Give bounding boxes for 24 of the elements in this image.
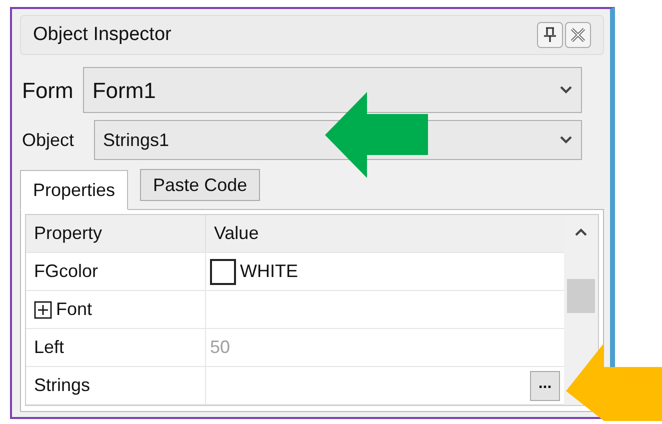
chevron-up-icon xyxy=(574,227,588,237)
property-name: Font xyxy=(56,298,92,321)
property-name: Strings xyxy=(34,374,90,397)
expand-icon[interactable] xyxy=(34,300,52,318)
property-value: 50 xyxy=(210,336,230,359)
pin-icon xyxy=(543,27,557,43)
tab[interactable]: Properties xyxy=(20,170,128,210)
property-value: WHITE xyxy=(240,260,298,283)
chevron-down-icon xyxy=(559,135,573,145)
close-button[interactable] xyxy=(565,22,591,48)
scrollbar-thumb[interactable] xyxy=(567,279,595,313)
property-name: FGcolor xyxy=(34,260,98,283)
ellipsis-button[interactable]: ... xyxy=(530,370,560,400)
chevron-down-icon xyxy=(559,85,573,95)
property-name: Left xyxy=(34,336,64,359)
form-label: Form xyxy=(21,76,74,104)
panel-title: Object Inspector xyxy=(33,22,172,47)
pin-button[interactable] xyxy=(537,22,563,48)
object-label: Object xyxy=(21,128,74,152)
column-header: Value xyxy=(213,222,260,245)
tab[interactable]: Paste Code xyxy=(140,169,260,201)
form-dropdown[interactable]: Form1 xyxy=(83,67,582,113)
close-icon xyxy=(570,27,586,43)
column-header: Property xyxy=(26,215,206,252)
